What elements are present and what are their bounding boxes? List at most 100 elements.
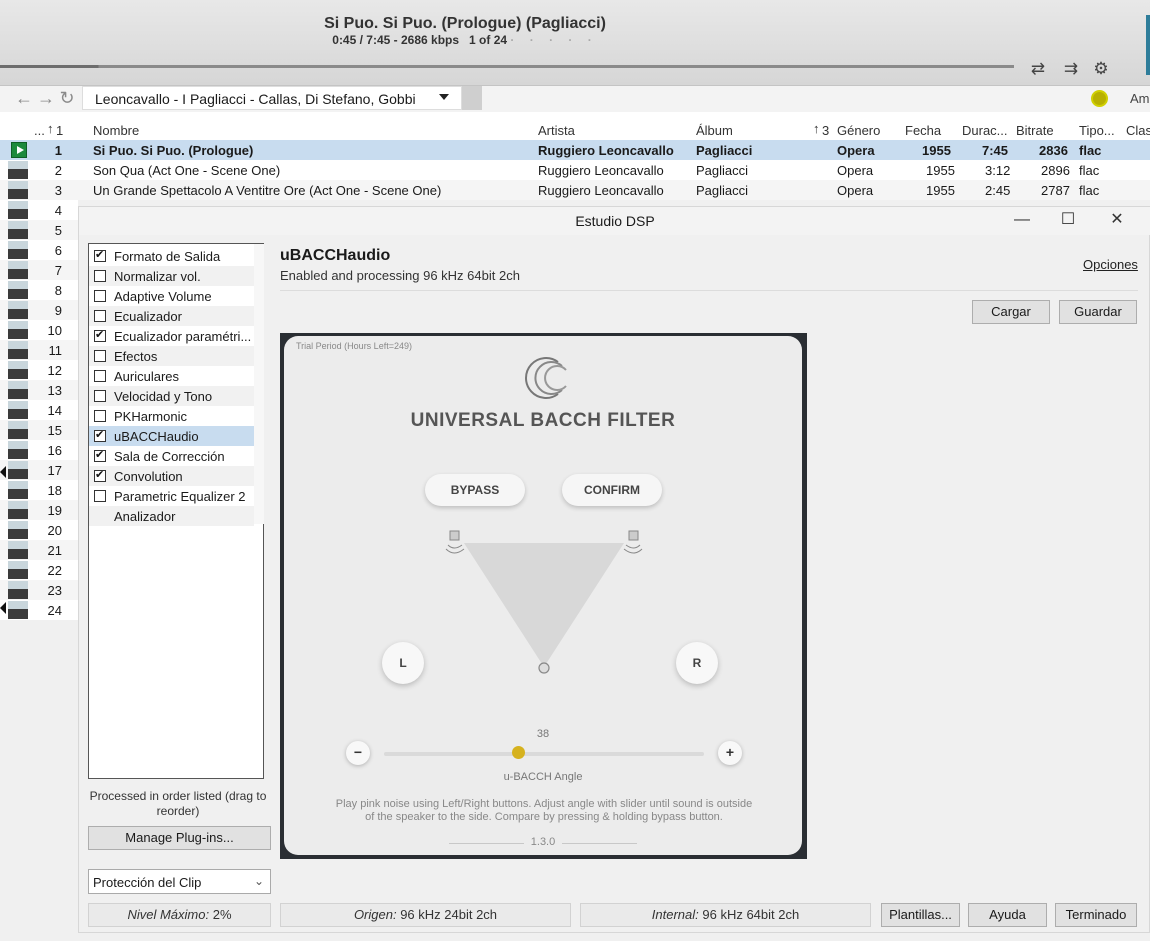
plugin-item[interactable]: Sala de Corrección: [89, 446, 254, 466]
plugin-checkbox[interactable]: [94, 290, 106, 302]
plugin-item[interactable]: Efectos: [89, 346, 254, 366]
plugin-item[interactable]: Auriculares: [89, 366, 254, 386]
plugin-checkbox[interactable]: [94, 310, 106, 322]
refresh-icon[interactable]: ↻: [57, 88, 77, 108]
manage-plugins-button[interactable]: Manage Plug-ins...: [88, 826, 271, 850]
table-row[interactable]: 7: [0, 260, 78, 280]
plugin-checkbox[interactable]: [94, 448, 106, 462]
angle-slider-knob[interactable]: [512, 746, 526, 759]
plugin-item[interactable]: Ecualizador paramétri...: [89, 326, 254, 346]
col-duration[interactable]: Durac...: [962, 123, 1008, 138]
collapse-arrow-icon[interactable]: [0, 602, 6, 614]
table-row[interactable]: 13: [0, 380, 78, 400]
gear-icon[interactable]: ⚙: [1090, 58, 1112, 80]
confirm-button[interactable]: CONFIRM: [562, 474, 662, 506]
plugin-item[interactable]: uBACCHaudio: [89, 426, 254, 446]
table-row[interactable]: 18: [0, 480, 78, 500]
table-header: ... ↑ 1 Nombre Artista Álbum ↑ 3 Género …: [0, 112, 1150, 140]
options-link[interactable]: Opciones: [1083, 257, 1138, 272]
help-button[interactable]: Ayuda: [968, 903, 1047, 927]
plugin-checkbox[interactable]: [94, 248, 106, 262]
album-art-icon: [8, 481, 28, 499]
table-row[interactable]: 24: [0, 600, 78, 620]
plugin-item[interactable]: Adaptive Volume: [89, 286, 254, 306]
maximize-icon[interactable]: ☐: [1053, 209, 1083, 231]
templates-button[interactable]: Plantillas...: [881, 903, 960, 927]
plugin-checkbox[interactable]: [94, 390, 106, 402]
forward-arrow-icon[interactable]: →: [36, 88, 56, 108]
table-row[interactable]: 19: [0, 500, 78, 520]
table-row[interactable]: 12: [0, 360, 78, 380]
minimize-icon[interactable]: —: [1007, 209, 1037, 231]
col-date[interactable]: Fecha: [905, 123, 941, 138]
left-channel-button[interactable]: L: [382, 642, 424, 684]
collapse-arrow-icon[interactable]: [0, 466, 6, 478]
right-channel-button[interactable]: R: [676, 642, 718, 684]
angle-slider[interactable]: [384, 752, 704, 756]
plugin-item[interactable]: Analizador: [89, 506, 254, 526]
table-row[interactable]: 17: [0, 460, 78, 480]
angle-value: 38: [536, 728, 550, 740]
playlist-dropdown[interactable]: Leoncavallo - I Pagliacci - Callas, Di S…: [82, 86, 462, 110]
bypass-button[interactable]: BYPASS: [425, 474, 525, 506]
plugin-checkbox[interactable]: [94, 328, 106, 342]
album-art-icon: [8, 541, 28, 559]
table-row[interactable]: 21: [0, 540, 78, 560]
plugin-item[interactable]: Velocidad y Tono: [89, 386, 254, 406]
table-row[interactable]: 14: [0, 400, 78, 420]
plugin-item[interactable]: Formato de Salida: [89, 246, 254, 266]
table-row[interactable]: 11: [0, 340, 78, 360]
table-row[interactable]: 1 Si Puo. Si Puo. (Prologue) Ruggiero Le…: [0, 140, 1150, 160]
table-row[interactable]: 3 Un Grande Spettacolo A Ventitre Ore (A…: [0, 180, 1150, 200]
plugin-checkbox[interactable]: [94, 468, 106, 482]
table-row[interactable]: 6: [0, 240, 78, 260]
plugin-item[interactable]: PKHarmonic: [89, 406, 254, 426]
playlist-dropdown-extra[interactable]: [462, 86, 482, 110]
done-button[interactable]: Terminado: [1055, 903, 1137, 927]
table-row[interactable]: 16: [0, 440, 78, 460]
angle-increase-button[interactable]: +: [718, 741, 742, 765]
col-index[interactable]: ...: [34, 123, 45, 138]
plugin-list-scrollbar[interactable]: [254, 244, 264, 524]
col-bitrate[interactable]: Bitrate: [1016, 123, 1054, 138]
col-genre[interactable]: Género: [837, 123, 880, 138]
col-artist[interactable]: Artista: [538, 123, 575, 138]
shuffle-icon[interactable]: ⇉: [1060, 58, 1082, 80]
load-button[interactable]: Cargar: [972, 300, 1050, 324]
close-icon[interactable]: ✕: [1102, 209, 1132, 231]
plugin-item[interactable]: Convolution: [89, 466, 254, 486]
table-row[interactable]: 23: [0, 580, 78, 600]
back-arrow-icon[interactable]: ←: [14, 88, 34, 108]
col-name[interactable]: Nombre: [93, 123, 139, 138]
save-button[interactable]: Guardar: [1059, 300, 1137, 324]
plugin-checkbox[interactable]: [94, 350, 106, 362]
plugin-item[interactable]: Ecualizador: [89, 306, 254, 326]
plugin-checkbox[interactable]: [94, 428, 106, 442]
status-indicator-icon[interactable]: [1091, 90, 1108, 107]
seek-bar[interactable]: [0, 65, 1014, 68]
plugin-list[interactable]: Formato de Salida Normalizar vol. Adaptive…: [88, 243, 264, 779]
col-type[interactable]: Tipo...: [1079, 123, 1115, 138]
table-row[interactable]: 5: [0, 220, 78, 240]
repeat-icon[interactable]: ⇄: [1027, 58, 1049, 80]
table-row[interactable]: 4: [0, 200, 78, 220]
clip-protection-select[interactable]: Protección del Clip ⌄: [88, 869, 271, 894]
plugin-checkbox[interactable]: [94, 410, 106, 422]
table-row[interactable]: 20: [0, 520, 78, 540]
plugin-item[interactable]: Parametric Equalizer 2: [89, 486, 254, 506]
dsp-window-title: Estudio DSP: [575, 213, 655, 229]
table-row[interactable]: 2 Son Qua (Act One - Scene One) Ruggiero…: [0, 160, 1150, 180]
table-row[interactable]: 9: [0, 300, 78, 320]
col-class[interactable]: Clas: [1126, 123, 1150, 138]
plugin-checkbox[interactable]: [94, 490, 106, 502]
table-row[interactable]: 22: [0, 560, 78, 580]
plugin-checkbox[interactable]: [94, 370, 106, 382]
table-row[interactable]: 10: [0, 320, 78, 340]
plugin-item[interactable]: Normalizar vol.: [89, 266, 254, 286]
table-row[interactable]: 8: [0, 280, 78, 300]
angle-decrease-button[interactable]: −: [346, 741, 370, 765]
col-album[interactable]: Álbum: [696, 123, 733, 138]
now-playing-info: 0:45 / 7:45 - 2686 kbps 1 of 24 · · · · …: [332, 33, 598, 47]
plugin-checkbox[interactable]: [94, 270, 106, 282]
table-row[interactable]: 15: [0, 420, 78, 440]
